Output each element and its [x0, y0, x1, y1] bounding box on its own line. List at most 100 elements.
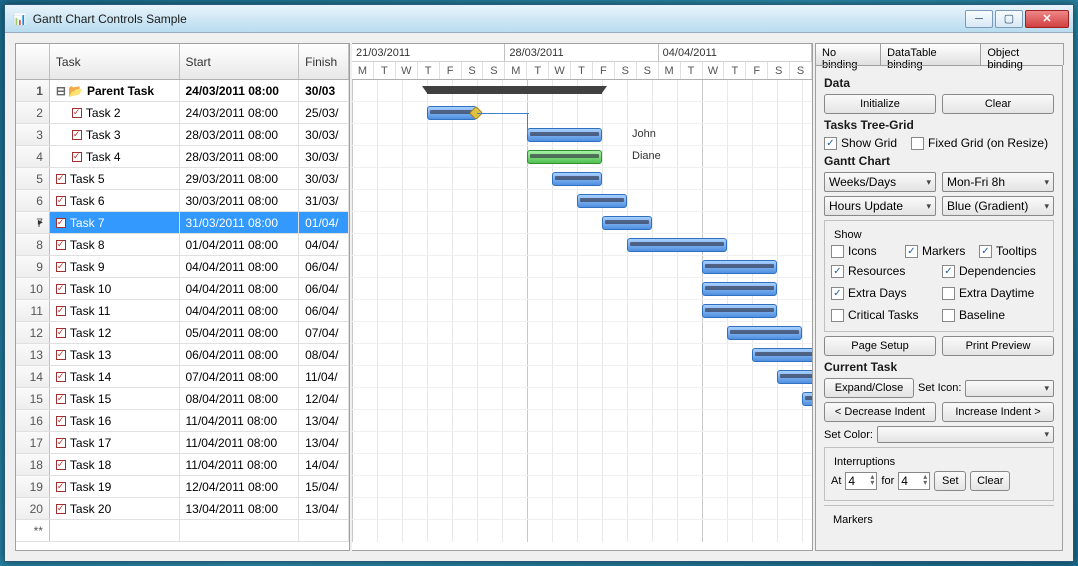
tab-datatable-binding[interactable]: DataTable binding	[880, 43, 981, 65]
print-preview-button[interactable]: Print Preview	[942, 336, 1054, 356]
finish-cell[interactable]: 04/04/	[299, 234, 349, 255]
start-cell[interactable]: 11/04/2011 08:00	[180, 454, 300, 475]
table-row[interactable]: 12Task 1205/04/2011 08:0007/04/	[16, 322, 349, 344]
start-cell[interactable]: 06/04/2011 08:00	[180, 344, 300, 365]
gantt-row[interactable]	[352, 168, 812, 190]
gantt-task-bar[interactable]	[727, 326, 802, 340]
col-header-rownum[interactable]	[16, 44, 50, 79]
col-header-finish[interactable]: Finish	[299, 44, 349, 79]
gantt-row[interactable]	[352, 388, 812, 410]
table-row[interactable]: 6Task 630/03/2011 08:0031/03/	[16, 190, 349, 212]
gantt-task-bar[interactable]	[702, 304, 777, 318]
schedule-select[interactable]: Mon-Fri 8h	[942, 172, 1054, 192]
start-cell[interactable]: 04/04/2011 08:00	[180, 300, 300, 321]
finish-cell[interactable]: 13/04/	[299, 432, 349, 453]
finish-cell[interactable]: 30/03/	[299, 146, 349, 167]
task-name-cell[interactable]: Task 13	[50, 344, 180, 365]
tree-grid[interactable]: Task Start Finish 1⊟📂Parent Task24/03/20…	[15, 43, 350, 551]
critical-checkbox[interactable]	[831, 309, 844, 322]
start-cell[interactable]: 04/04/2011 08:00	[180, 256, 300, 277]
interruption-clear-button[interactable]: Clear	[970, 471, 1010, 491]
table-row[interactable]: 18Task 1811/04/2011 08:0014/04/	[16, 454, 349, 476]
task-name-cell[interactable]: Task 9	[50, 256, 180, 277]
task-name-cell[interactable]: Task 8	[50, 234, 180, 255]
finish-cell[interactable]: 13/04/	[299, 410, 349, 431]
page-setup-button[interactable]: Page Setup	[824, 336, 936, 356]
table-row[interactable]: 3Task 328/03/2011 08:0030/03/	[16, 124, 349, 146]
finish-cell[interactable]: 08/04/	[299, 344, 349, 365]
finish-cell[interactable]: 06/04/	[299, 300, 349, 321]
gantt-row[interactable]	[352, 476, 812, 498]
table-row[interactable]: 16Task 1611/04/2011 08:0013/04/	[16, 410, 349, 432]
task-name-cell[interactable]: Task 5	[50, 168, 180, 189]
table-row[interactable]: 20Task 2013/04/2011 08:0013/04/	[16, 498, 349, 520]
table-row[interactable]: 10Task 1004/04/2011 08:0006/04/	[16, 278, 349, 300]
finish-cell[interactable]: 30/03	[299, 80, 349, 101]
baseline-checkbox[interactable]	[942, 309, 955, 322]
table-row[interactable]: 5Task 529/03/2011 08:0030/03/	[16, 168, 349, 190]
gantt-row[interactable]	[352, 212, 812, 234]
task-name-cell[interactable]: Task 6	[50, 190, 180, 211]
gantt-chart[interactable]: 21/03/201128/03/201104/04/2011 MTWTFSSMT…	[352, 43, 813, 551]
gantt-task-bar[interactable]	[627, 238, 727, 252]
task-name-cell[interactable]: Task 7	[50, 212, 180, 233]
task-name-cell[interactable]: Task 16	[50, 410, 180, 431]
table-row[interactable]: 13Task 1306/04/2011 08:0008/04/	[16, 344, 349, 366]
start-cell[interactable]: 12/04/2011 08:00	[180, 476, 300, 497]
start-cell[interactable]: 29/03/2011 08:00	[180, 168, 300, 189]
gantt-task-bar[interactable]	[527, 128, 602, 142]
start-cell[interactable]: 07/04/2011 08:00	[180, 366, 300, 387]
interruption-set-button[interactable]: Set	[934, 471, 966, 491]
start-cell[interactable]: 24/03/2011 08:00	[180, 80, 300, 101]
task-name-cell[interactable]: Task 3	[50, 124, 180, 145]
start-cell[interactable]: 28/03/2011 08:00	[180, 146, 300, 167]
finish-cell[interactable]: 30/03/	[299, 124, 349, 145]
task-name-cell[interactable]: Task 18	[50, 454, 180, 475]
gantt-task-bar[interactable]	[577, 194, 627, 208]
finish-cell[interactable]: 31/03/	[299, 190, 349, 211]
gantt-task-bar[interactable]	[527, 150, 602, 164]
gantt-task-bar[interactable]	[752, 348, 813, 362]
gantt-row[interactable]: Diane	[352, 146, 812, 168]
task-name-cell[interactable]: Task 4	[50, 146, 180, 167]
tab-object-binding[interactable]: Object binding	[980, 43, 1064, 65]
scale-select[interactable]: Weeks/Days	[824, 172, 936, 192]
table-row[interactable]: 4Task 428/03/2011 08:0030/03/	[16, 146, 349, 168]
gantt-row[interactable]	[352, 278, 812, 300]
gantt-row[interactable]	[352, 410, 812, 432]
extra-days-checkbox[interactable]: ✓	[831, 287, 844, 300]
set-color-select[interactable]	[877, 426, 1054, 443]
task-name-cell[interactable]: Task 17	[50, 432, 180, 453]
task-name-cell[interactable]: Task 15	[50, 388, 180, 409]
tab-no-binding[interactable]: No binding	[815, 43, 881, 65]
gantt-row[interactable]	[352, 366, 812, 388]
gantt-row[interactable]	[352, 102, 812, 124]
gantt-row[interactable]	[352, 432, 812, 454]
titlebar[interactable]: Gantt Chart Controls Sample ─ ▢ ✕	[5, 5, 1073, 33]
initialize-button[interactable]: Initialize	[824, 94, 936, 114]
finish-cell[interactable]: 30/03/	[299, 168, 349, 189]
increase-indent-button[interactable]: Increase Indent >	[942, 402, 1054, 422]
set-icon-select[interactable]	[965, 380, 1054, 397]
table-row[interactable]: 14Task 1407/04/2011 08:0011/04/	[16, 366, 349, 388]
start-cell[interactable]: 04/04/2011 08:00	[180, 278, 300, 299]
finish-cell[interactable]: 15/04/	[299, 476, 349, 497]
task-name-cell[interactable]: Task 11	[50, 300, 180, 321]
table-row[interactable]: 2Task 224/03/2011 08:0025/03/	[16, 102, 349, 124]
table-row[interactable]: 17Task 1711/04/2011 08:0013/04/	[16, 432, 349, 454]
gantt-task-bar[interactable]	[602, 216, 652, 230]
grid-body[interactable]: 1⊟📂Parent Task24/03/2011 08:0030/032Task…	[16, 80, 349, 550]
style-select[interactable]: Blue (Gradient)	[942, 196, 1054, 216]
table-row[interactable]: 9Task 904/04/2011 08:0006/04/	[16, 256, 349, 278]
finish-cell[interactable]: 07/04/	[299, 322, 349, 343]
col-header-start[interactable]: Start	[180, 44, 300, 79]
minimize-button[interactable]: ─	[965, 10, 993, 28]
gantt-row[interactable]: John	[352, 124, 812, 146]
gantt-row[interactable]	[352, 256, 812, 278]
icons-checkbox[interactable]	[831, 245, 844, 258]
start-cell[interactable]: 08/04/2011 08:00	[180, 388, 300, 409]
start-cell[interactable]: 01/04/2011 08:00	[180, 234, 300, 255]
clear-data-button[interactable]: Clear	[942, 94, 1054, 114]
close-button[interactable]: ✕	[1025, 10, 1069, 28]
expand-close-button[interactable]: Expand/Close	[824, 378, 914, 398]
